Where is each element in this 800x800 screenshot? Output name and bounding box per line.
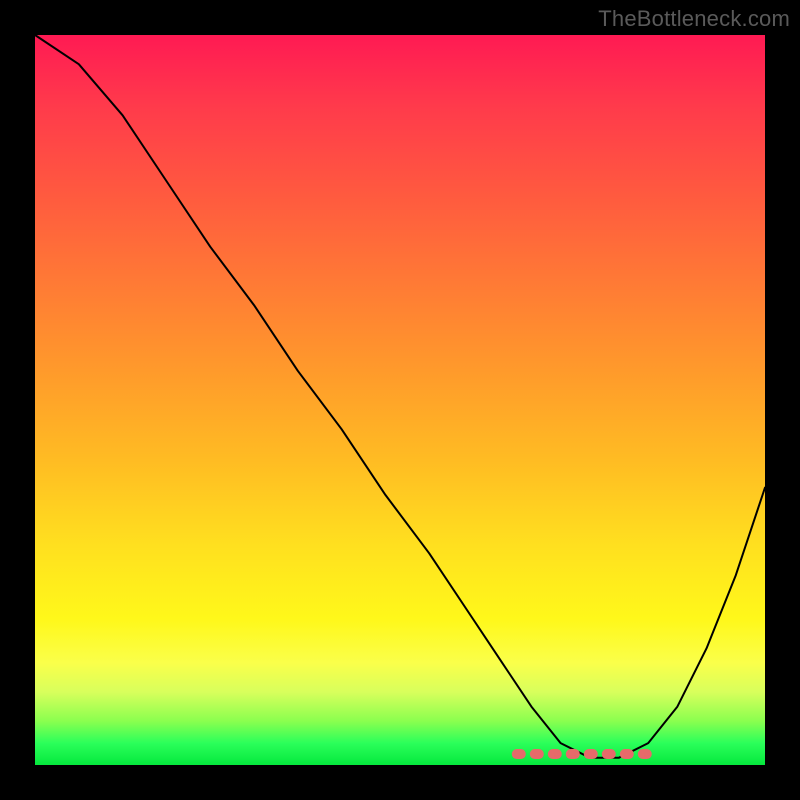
chart-frame: TheBottleneck.com xyxy=(0,0,800,800)
chart-svg xyxy=(35,35,765,765)
plot-area xyxy=(35,35,765,765)
watermark-text: TheBottleneck.com xyxy=(598,6,790,32)
bottleneck-curve xyxy=(35,35,765,758)
